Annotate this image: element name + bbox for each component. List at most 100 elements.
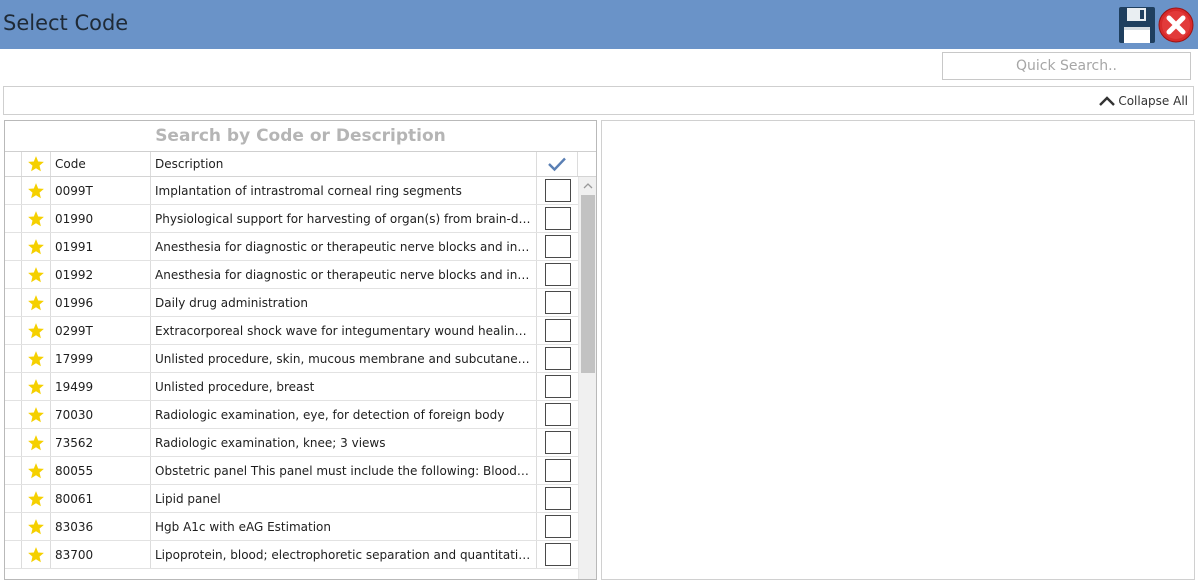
table-row[interactable]: 80055 Obstetric panel This panel must inc… [5,457,578,485]
table-row[interactable]: 01991 Anesthesia for diagnostic or therap… [5,233,578,261]
favorite-star[interactable] [22,457,51,484]
star-icon [28,182,44,198]
select-checkbox[interactable] [544,515,571,538]
favorite-star[interactable] [22,261,51,288]
selected-column-header[interactable] [537,152,578,176]
select-checkbox[interactable] [544,487,571,510]
row-selector[interactable] [5,429,22,456]
select-checkbox[interactable] [544,319,571,342]
code-cell: 01992 [51,261,151,288]
code-column-header[interactable]: Code [51,152,151,176]
star-icon [28,434,44,450]
description-cell: Extracorporeal shock wave for integument… [151,317,537,344]
table-row[interactable]: 01990 Physiological support for harvestin… [5,205,578,233]
close-icon [1158,7,1194,43]
table-row[interactable]: 0099T Implantation of intrastromal cornea… [5,177,578,205]
row-selector[interactable] [5,541,22,568]
star-icon [28,546,44,562]
select-checkbox[interactable] [544,403,571,426]
star-icon [28,378,44,394]
select-checkbox[interactable] [544,207,571,230]
favorite-star[interactable] [22,373,51,400]
favorite-star[interactable] [22,513,51,540]
row-selector[interactable] [5,401,22,428]
description-cell: Unlisted procedure, skin, mucous membran… [151,345,537,372]
scroll-thumb[interactable] [581,195,595,373]
save-button[interactable] [1118,6,1156,44]
row-selector[interactable] [5,177,22,204]
table-row[interactable]: 73562 Radiologic examination, knee; 3 vie… [5,429,578,457]
description-cell: Anesthesia for diagnostic or therapeutic… [151,261,537,288]
scroll-up-arrow-icon[interactable] [579,177,596,194]
row-selector[interactable] [5,485,22,512]
row-selector[interactable] [5,513,22,540]
table-row[interactable]: 80061 Lipid panel [5,485,578,513]
table-row[interactable]: 01996 Daily drug administration [5,289,578,317]
code-cell: 83036 [51,513,151,540]
select-checkbox[interactable] [544,235,571,258]
select-checkbox[interactable] [544,263,571,286]
star-icon [28,322,44,338]
description-text: Anesthesia for diagnostic or therapeutic… [155,239,532,254]
select-checkbox[interactable] [544,431,571,454]
quick-search-input[interactable] [942,52,1191,80]
collapse-all-button[interactable]: Collapse All [1098,94,1188,108]
table-row[interactable]: 01992 Anesthesia for diagnostic or therap… [5,261,578,289]
favorite-star[interactable] [22,317,51,344]
row-selector[interactable] [5,457,22,484]
table-row[interactable]: 19499 Unlisted procedure, breast [5,373,578,401]
select-checkbox[interactable] [544,347,571,370]
favorite-star[interactable] [22,401,51,428]
description-cell: Anesthesia for diagnostic or therapeutic… [151,233,537,260]
code-cell: 80061 [51,485,151,512]
row-selector[interactable] [5,317,22,344]
table-row[interactable]: 70030 Radiologic examination, eye, for de… [5,401,578,429]
description-text: Physiological support for harvesting of … [155,211,532,226]
select-cell [537,513,578,540]
row-selector[interactable] [5,205,22,232]
row-selector[interactable] [5,233,22,260]
search-header[interactable]: Search by Code or Description [5,121,596,152]
favorite-star[interactable] [22,429,51,456]
row-selector[interactable] [5,373,22,400]
description-cell: Radiologic examination, knee; 3 views [151,429,537,456]
row-selector[interactable] [5,289,22,316]
favorite-star[interactable] [22,345,51,372]
select-checkbox[interactable] [544,179,571,202]
select-checkbox[interactable] [544,543,571,566]
star-icon [28,490,44,506]
select-cell [537,177,578,204]
description-cell: Radiologic examination, eye, for detecti… [151,401,537,428]
description-header-label: Description [155,157,224,171]
table-row[interactable]: 83700 Lipoprotein, blood; electrophoretic… [5,541,578,569]
row-selector[interactable] [5,345,22,372]
star-icon [28,406,44,422]
code-cell: 73562 [51,429,151,456]
favorite-star[interactable] [22,205,51,232]
favorite-star[interactable] [22,233,51,260]
code-search-panel: Search by Code or Description Code Descr… [4,120,597,580]
row-selector[interactable] [5,261,22,288]
table-row[interactable]: 0299T Extracorporeal shock wave for integ… [5,317,578,345]
select-checkbox[interactable] [544,291,571,314]
select-checkbox[interactable] [544,375,571,398]
table-row[interactable]: 83036 Hgb A1c with eAG Estimation [5,513,578,541]
favorite-column-header[interactable] [22,152,51,176]
description-cell: Daily drug administration [151,289,537,316]
code-cell: 83700 [51,541,151,568]
select-cell [537,205,578,232]
favorite-star[interactable] [22,485,51,512]
code-list: 0099T Implantation of intrastromal cornea… [5,177,578,569]
close-button[interactable] [1158,7,1194,43]
description-column-header[interactable]: Description [151,152,537,176]
favorite-star[interactable] [22,289,51,316]
chevron-up-icon [1099,96,1116,106]
select-cell [537,541,578,568]
table-row[interactable]: 17999 Unlisted procedure, skin, mucous me… [5,345,578,373]
checkmark-icon [548,157,566,172]
favorite-star[interactable] [22,541,51,568]
select-checkbox[interactable] [544,459,571,482]
description-cell: Lipid panel [151,485,537,512]
favorite-star[interactable] [22,177,51,204]
vertical-scrollbar[interactable] [578,177,596,579]
